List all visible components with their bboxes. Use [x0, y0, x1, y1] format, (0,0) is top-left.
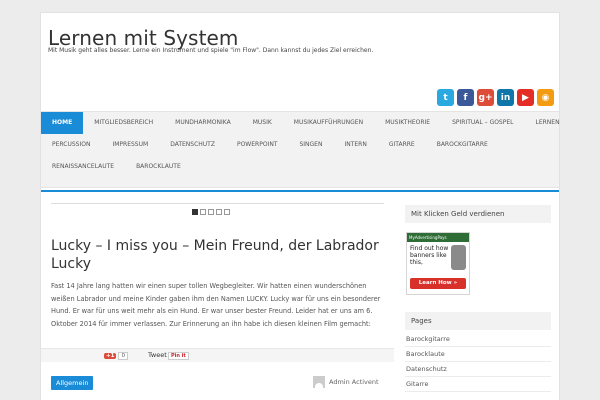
- page-link-barocklaute[interactable]: Barocklaute: [405, 347, 551, 362]
- nav-item-musikauffuehrungen[interactable]: Musikaufführungen: [283, 112, 374, 134]
- nav-item-spiritual-gospel[interactable]: Spiritual – Gospel: [441, 112, 524, 134]
- page-container: Lernen mit System Mit Musik geht alles b…: [40, 12, 560, 400]
- googleplus-icon[interactable]: g+: [477, 89, 494, 106]
- nav-row-2: Percussion Impressum Datenschutz Powerpo…: [41, 134, 559, 156]
- slider-dot-1[interactable]: [192, 209, 198, 215]
- slider-dot-4[interactable]: [216, 209, 222, 215]
- nav-row-1: Home Mitgliedsbereich Mundharmonika Musi…: [41, 112, 560, 134]
- googleplus-button[interactable]: +1: [104, 353, 117, 359]
- slider-pagination: [51, 203, 384, 216]
- widget-title-ads: Mit Klicken Geld verdienen: [405, 205, 551, 223]
- ad-banner[interactable]: MyAdvertisingPays Find out how banners l…: [406, 232, 470, 295]
- page-link-datenschutz[interactable]: Datenschutz: [405, 362, 551, 377]
- youtube-icon[interactable]: ▶: [517, 89, 534, 106]
- phone-hand-icon: [451, 245, 466, 270]
- pinit-button[interactable]: Pin it: [168, 352, 189, 360]
- slider-dot-2[interactable]: [200, 209, 206, 215]
- category-button[interactable]: Allgemein: [51, 376, 94, 390]
- nav-item-powerpoint[interactable]: Powerpoint: [226, 134, 289, 156]
- rss-icon[interactable]: ◉: [537, 89, 554, 106]
- nav-row-3: Renaissancelaute Barocklaute: [41, 156, 559, 178]
- nav-item-datenschutz[interactable]: Datenschutz: [159, 134, 226, 156]
- post-author[interactable]: Admin Activent: [313, 376, 379, 388]
- nav-item-barocklaute[interactable]: Barocklaute: [125, 156, 192, 178]
- nav-item-renaissancelaute[interactable]: Renaissancelaute: [41, 156, 125, 178]
- nav-item-mundharmonika[interactable]: Mundharmonika: [164, 112, 242, 134]
- post-body: Fast 14 Jahre lang hatten wir einen supe…: [51, 282, 381, 328]
- googleplus-share[interactable]: +1 0: [104, 352, 128, 360]
- nav-item-musik[interactable]: Musik: [242, 112, 283, 134]
- post-title[interactable]: Lucky – I miss you – Mein Freund, der La…: [51, 237, 391, 273]
- widget-title-pages: Pages: [405, 312, 551, 330]
- nav-item-percussion[interactable]: Percussion: [41, 134, 101, 156]
- author-name[interactable]: Admin Activent: [329, 378, 379, 386]
- nav-item-musiktheorie[interactable]: Musiktheorie: [374, 112, 441, 134]
- page-link-barockgitarre[interactable]: Barockgitarre: [405, 332, 551, 347]
- twitter-icon[interactable]: t: [437, 89, 454, 106]
- googleplus-count: 0: [118, 352, 128, 360]
- page-link-gitarre[interactable]: Gitarre: [405, 377, 551, 392]
- main-content: Lucky – I miss you – Mein Freund, der La…: [41, 203, 394, 400]
- linkedin-icon[interactable]: in: [497, 89, 514, 106]
- social-icons: t f g+ in ▶ ◉: [437, 89, 554, 106]
- nav-item-intern[interactable]: Intern: [333, 134, 377, 156]
- sidebar: Mit Klicken Geld verdienen MyAdvertising…: [405, 205, 551, 392]
- nav-item-singen[interactable]: Singen: [288, 134, 333, 156]
- nav-divider: [41, 190, 559, 192]
- slider-dot-5[interactable]: [224, 209, 230, 215]
- ad-learn-button[interactable]: Learn How »: [410, 278, 466, 289]
- tweet-button[interactable]: Tweet: [148, 351, 167, 359]
- avatar: [313, 376, 325, 388]
- nav-item-impressum[interactable]: Impressum: [101, 134, 159, 156]
- pages-list: Barockgitarre Barocklaute Datenschutz Gi…: [405, 332, 551, 392]
- main-navigation: Home Mitgliedsbereich Mundharmonika Musi…: [41, 111, 560, 192]
- nav-item-barockgitarre[interactable]: Barockgitarre: [426, 134, 499, 156]
- share-bar: +1 0 Tweet Pin it: [41, 348, 394, 362]
- facebook-icon[interactable]: f: [457, 89, 474, 106]
- ad-text: Find out how banners like this,: [410, 245, 449, 266]
- nav-item-lernen[interactable]: Lernen: [525, 112, 571, 134]
- slider-dot-3[interactable]: [208, 209, 214, 215]
- nav-item-mitgliedsbereich[interactable]: Mitgliedsbereich: [83, 112, 164, 134]
- site-tagline: Mit Musik geht alles besser. Lerne ein I…: [48, 47, 374, 54]
- nav-item-home[interactable]: Home: [41, 112, 84, 134]
- nav-item-gitarre[interactable]: Gitarre: [378, 134, 426, 156]
- ad-brand: MyAdvertisingPays: [407, 233, 469, 242]
